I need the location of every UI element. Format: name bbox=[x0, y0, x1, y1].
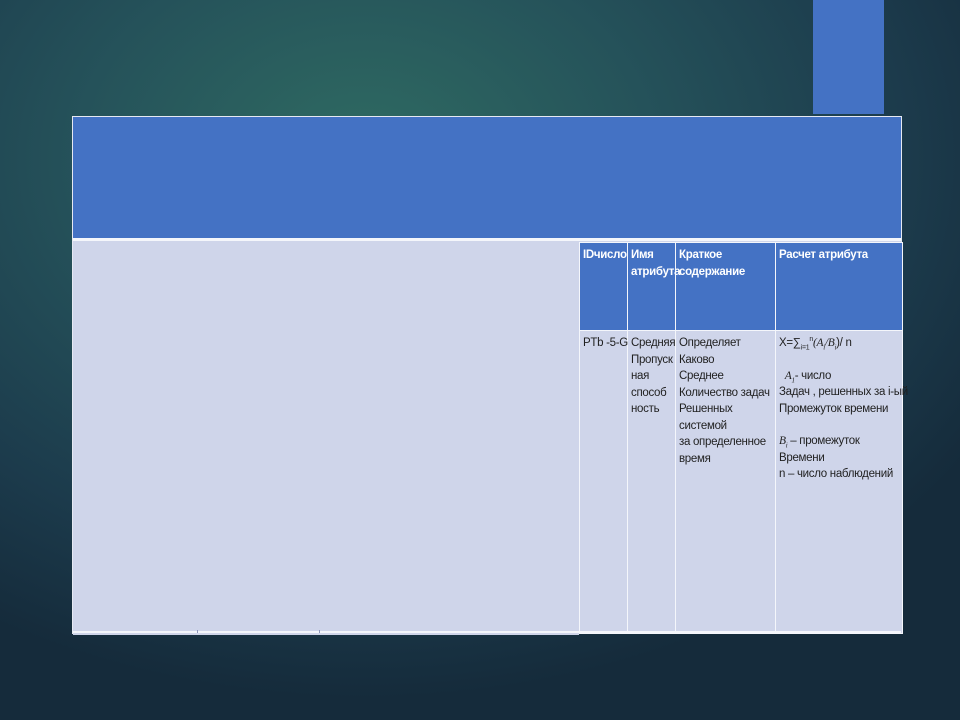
summary-line: за определенное bbox=[679, 436, 766, 448]
formula-expr-end: )/ n bbox=[836, 337, 852, 349]
formula-prefix: X= bbox=[779, 337, 793, 349]
slide-content-panel: IDчисло Имя атрибута Краткое содержание … bbox=[72, 116, 908, 635]
header-summary: Краткое содержание bbox=[675, 242, 776, 331]
name-line: способ bbox=[631, 386, 667, 399]
cell-attribute-name: Средняя Пропуск ная способ ность bbox=[627, 330, 676, 634]
summary-line: Среднее bbox=[679, 370, 724, 382]
sum-symbol: ∑ bbox=[792, 337, 801, 349]
calc-line: Промежуток времени bbox=[779, 402, 889, 415]
name-line: ная bbox=[631, 370, 650, 382]
id-value: PTb -5-G bbox=[583, 337, 628, 349]
calc-line: Времени bbox=[779, 451, 825, 464]
b-text: – промежуток bbox=[787, 435, 860, 447]
cell-summary: Определяет Каково Среднее Количество зад… bbox=[675, 330, 776, 634]
empty-content-area bbox=[73, 241, 579, 635]
table-row: PTb -5-G Средняя Пропуск ная способ ност… bbox=[579, 330, 908, 634]
header-id: IDчисло bbox=[579, 242, 628, 331]
calc-line: n – число наблюдений bbox=[779, 468, 893, 480]
calc-line: Задач , решенных за i-ый bbox=[779, 386, 908, 398]
header-attribute-name: Имя атрибута bbox=[627, 242, 681, 331]
header-calculation: Расчет атрибута bbox=[775, 242, 903, 331]
faint-divider bbox=[197, 630, 198, 633]
cell-id: PTb -5-G bbox=[579, 330, 628, 634]
title-band bbox=[73, 117, 901, 241]
name-line: ность bbox=[631, 403, 660, 415]
summary-line: Определяет bbox=[679, 337, 741, 349]
summary-line: Количество задач bbox=[679, 386, 770, 399]
faint-divider bbox=[319, 630, 320, 633]
sum-lower-bound: i=1 bbox=[800, 344, 810, 352]
summary-line: Каково bbox=[679, 353, 715, 366]
name-line: Пропуск bbox=[631, 353, 673, 366]
a-variable: A bbox=[784, 369, 792, 382]
a-text: - число bbox=[794, 369, 832, 382]
b-definition: Bi – промежуток bbox=[779, 433, 899, 450]
attribute-table: IDчисло Имя атрибута Краткое содержание … bbox=[579, 242, 908, 634]
b-variable: B bbox=[779, 435, 786, 447]
a-definition: A1- число bbox=[779, 368, 899, 385]
summary-line: системой bbox=[679, 419, 727, 432]
formula-expr: (A bbox=[812, 337, 824, 349]
formula: X=∑i=1n(Ai/Bi)/ n bbox=[779, 335, 899, 352]
cell-calculation: X=∑i=1n(Ai/Bi)/ n A1- число Задач , реше… bbox=[775, 330, 908, 634]
summary-line: Решенных bbox=[679, 403, 733, 415]
corner-accent-tab bbox=[813, 0, 884, 114]
name-line: Средняя bbox=[631, 337, 676, 349]
summary-line: время bbox=[679, 452, 711, 465]
table-header-row: IDчисло Имя атрибута Краткое содержание … bbox=[579, 242, 903, 331]
